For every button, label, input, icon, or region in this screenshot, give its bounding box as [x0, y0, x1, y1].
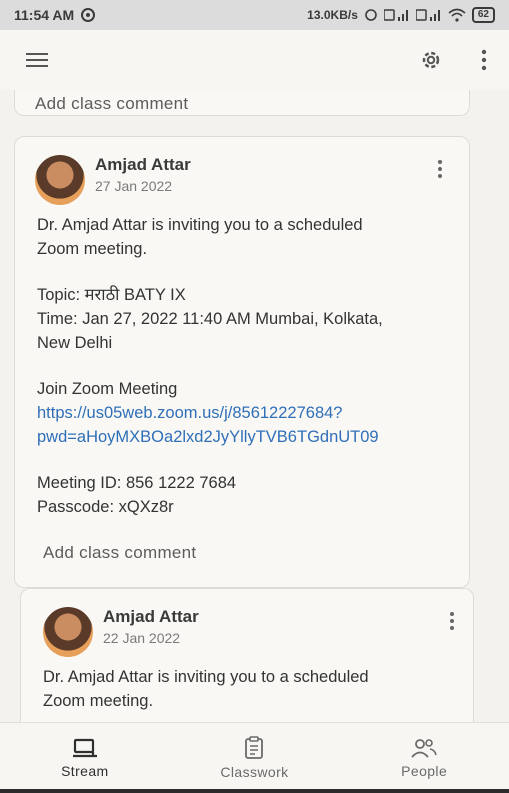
post-text: Zoom meeting. — [37, 240, 148, 258]
stream-icon — [72, 738, 97, 758]
menu-button[interactable] — [26, 52, 48, 68]
post-header: Amjad Attar 27 Jan 2022 — [35, 155, 191, 205]
bottom-navigation: Stream Classwork People — [0, 722, 509, 793]
nav-tab-people[interactable]: People — [364, 737, 484, 779]
avatar — [35, 155, 85, 205]
nav-label: People — [401, 763, 448, 779]
classwork-icon — [245, 736, 264, 759]
author-name: Amjad Attar — [95, 155, 191, 174]
post-more-button[interactable] — [437, 159, 443, 184]
app-bar — [0, 30, 509, 90]
system-nav-edge — [0, 789, 509, 793]
alarm-icon — [365, 9, 377, 21]
zoom-meeting-link[interactable]: pwd=aHoyMXBOa2lxd2JyYllyTVB6TGdnUT09 — [37, 425, 383, 449]
status-time: 11:54 AM — [14, 7, 75, 23]
zoom-meeting-link[interactable]: https://us05web.zoom.us/j/85612227684? — [37, 401, 383, 425]
stream-feed[interactable]: Add class comment Amjad Attar 27 Jan 202… — [0, 90, 509, 722]
more-vert-icon — [481, 49, 487, 71]
add-class-comment-link[interactable]: Add class comment — [43, 543, 196, 563]
post-date: 27 Jan 2022 — [95, 178, 173, 194]
more-options-button[interactable] — [481, 49, 487, 71]
people-icon — [411, 739, 437, 758]
post-card: Amjad Attar 27 Jan 2022 Dr. Amjad Attar … — [14, 136, 470, 588]
post-meta: Amjad Attar 22 Jan 2022 — [103, 607, 199, 646]
meeting-topic: Topic: मराठी BATY IX — [37, 286, 186, 304]
signal-icon-1 — [383, 9, 408, 21]
network-speed: 13.0KB/s — [307, 8, 358, 22]
more-vert-icon — [438, 160, 442, 178]
menu-icon — [26, 53, 48, 67]
post-more-button[interactable] — [449, 611, 455, 636]
status-right: 13.0KB/s 62 — [307, 7, 495, 23]
app-bar-actions — [419, 48, 487, 72]
more-vert-icon — [450, 612, 454, 630]
nav-label: Classwork — [220, 764, 289, 780]
status-bar: 11:54 AM 13.0KB/s 62 — [0, 0, 509, 30]
signal-icon-2 — [415, 9, 440, 21]
meeting-time: Time: Jan 27, 2022 11:40 AM Mumbai, Kolk… — [37, 310, 383, 328]
post-body: Dr. Amjad Attar is inviting you to a sch… — [37, 213, 383, 519]
gear-icon — [422, 51, 440, 69]
nav-tab-stream[interactable]: Stream — [25, 737, 145, 779]
meeting-passcode: Passcode: xQXz8r — [37, 498, 174, 516]
meeting-time: New Delhi — [37, 334, 113, 352]
wifi-icon — [448, 8, 466, 22]
nav-tab-classwork[interactable]: Classwork — [194, 736, 314, 780]
post-card: Amjad Attar 22 Jan 2022 Dr. Amjad Attar … — [20, 588, 474, 722]
battery-icon: 62 — [471, 7, 495, 23]
post-body: Dr. Amjad Attar is inviting you to a sch… — [43, 665, 369, 713]
post-text: Dr. Amjad Attar is inviting you to a sch… — [43, 668, 369, 686]
meeting-id: Meeting ID: 856 1222 7684 — [37, 474, 237, 492]
add-class-comment-link[interactable]: Add class comment — [35, 94, 188, 114]
post-text: Dr. Amjad Attar is inviting you to a sch… — [37, 216, 363, 234]
nav-label: Stream — [61, 763, 109, 779]
join-zoom-label: Join Zoom Meeting — [37, 380, 178, 398]
post-header: Amjad Attar 22 Jan 2022 — [43, 607, 199, 657]
settings-button[interactable] — [419, 48, 443, 72]
author-name: Amjad Attar — [103, 607, 199, 626]
status-left: 11:54 AM — [14, 7, 96, 23]
post-meta: Amjad Attar 27 Jan 2022 — [95, 155, 191, 194]
post-text: Zoom meeting. — [43, 692, 154, 710]
post-card-previous: Add class comment — [14, 90, 470, 116]
sync-icon — [81, 8, 96, 22]
avatar — [43, 607, 93, 657]
post-date: 22 Jan 2022 — [103, 630, 181, 646]
